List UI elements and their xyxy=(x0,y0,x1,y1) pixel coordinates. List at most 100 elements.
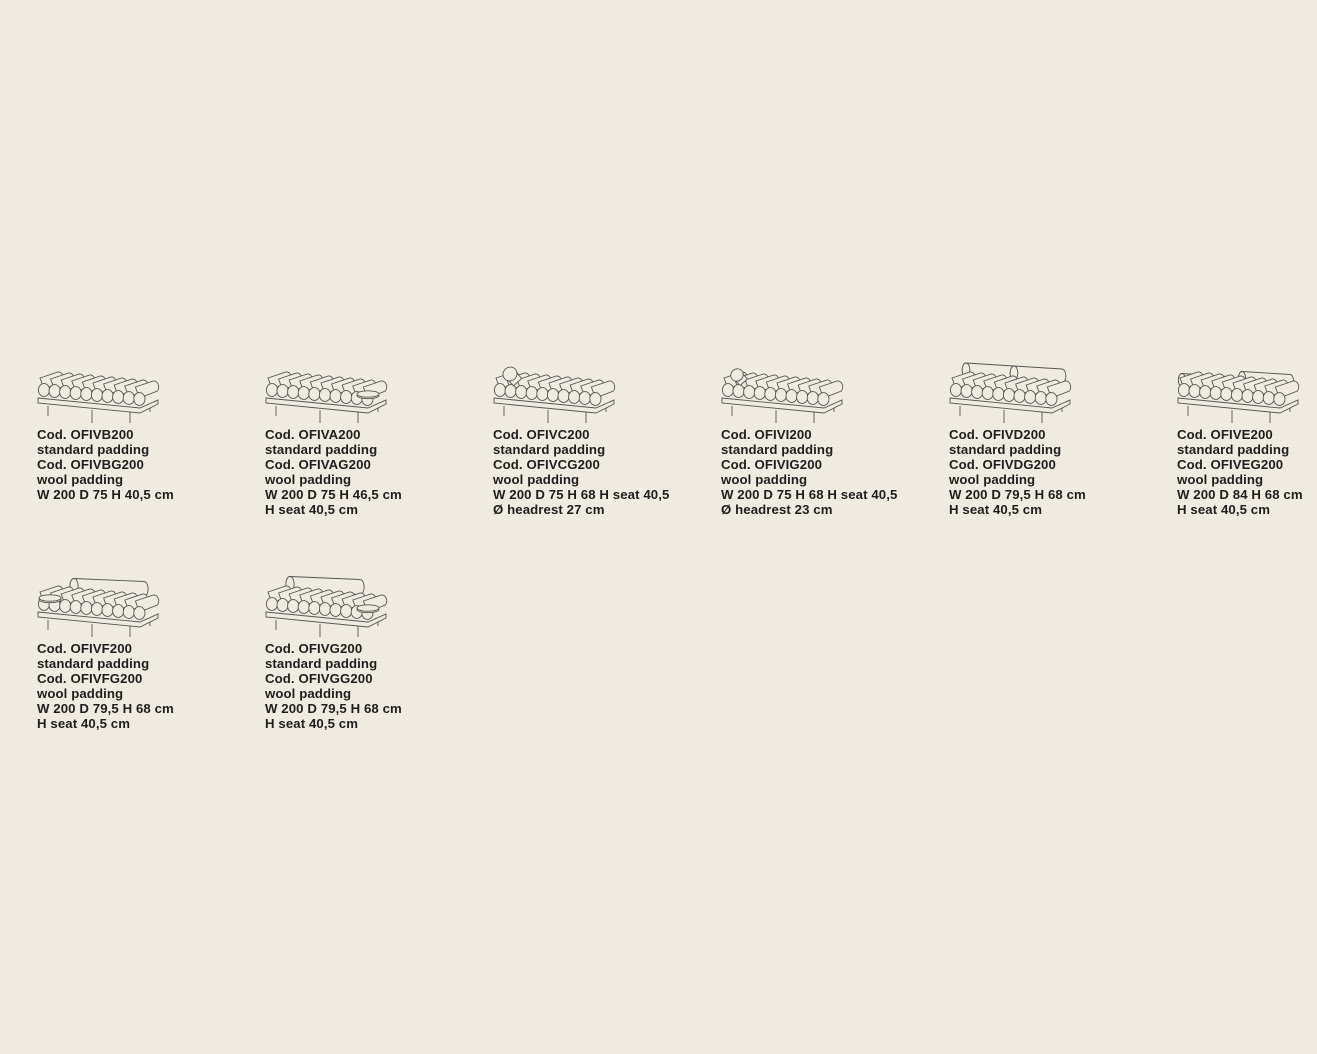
padding-standard-label: standard padding xyxy=(1177,442,1290,457)
mattress-roll-end xyxy=(818,393,829,406)
product-code-wool: Cod. OFIVIG200 xyxy=(721,457,823,472)
mattress-roll-end xyxy=(1263,392,1274,405)
dimensions-line: W 200 D 75 H 40,5 cm xyxy=(37,487,174,502)
product-description: Cod. OFIVG200 standard padding Cod. OFIV… xyxy=(265,641,465,731)
mattress-roll-end xyxy=(70,601,81,614)
product-code-wool: Cod. OFIVDG200 xyxy=(949,457,1056,472)
mattress-roll-end xyxy=(558,390,569,403)
mattress-roll-end xyxy=(754,387,765,400)
product-code-standard: Cod. OFIVB200 xyxy=(37,427,134,442)
mattress-roll-end xyxy=(1210,387,1221,400)
product-description: Cod. OFIVB200 standard padding Cod. OFIV… xyxy=(37,427,237,502)
mattress-roll-end xyxy=(319,603,330,616)
product-code-standard: Cod. OFIVC200 xyxy=(493,427,590,442)
daybed-with-small-headrest-icon xyxy=(720,360,844,428)
mattress-roll-end xyxy=(744,386,755,399)
dimensions-line: W 200 D 79,5 H 68 cm xyxy=(949,487,1086,502)
dimensions-line: W 200 D 79,5 H 68 cm xyxy=(265,701,402,716)
mattress-roll-end xyxy=(81,388,92,401)
mattress-roll-end xyxy=(1046,393,1057,406)
mattress-roll-end xyxy=(494,384,505,397)
mattress-roll-end xyxy=(309,388,320,401)
mattress-roll-end xyxy=(786,390,797,403)
seat-height-line: H seat 40,5 cm xyxy=(37,716,131,731)
padding-standard-label: standard padding xyxy=(721,442,834,457)
mattress-roll-end xyxy=(319,389,330,402)
product-code-wool: Cod. OFIVBG200 xyxy=(37,457,144,472)
product-description: Cod. OFIVF200 standard padding Cod. OFIV… xyxy=(37,641,237,731)
mattress-roll-end xyxy=(722,384,733,397)
mattress-roll-end xyxy=(60,600,71,613)
product-code-wool: Cod. OFIVGG200 xyxy=(265,671,373,686)
mattress-roll-end xyxy=(134,393,145,406)
daybed-backrest-left-tray-icon xyxy=(36,574,160,642)
padding-standard-label: standard padding xyxy=(265,442,378,457)
dimensions-line: W 200 D 79,5 H 68 cm xyxy=(37,701,174,716)
mattress-roll-end xyxy=(516,386,527,399)
mattress-roll-end xyxy=(993,388,1004,401)
mattress-roll-end xyxy=(49,385,60,398)
padding-standard-label: standard padding xyxy=(37,656,150,671)
product-description: Cod. OFIVE200 standard padding Cod. OFIV… xyxy=(1177,427,1317,517)
product-code-standard: Cod. OFIVI200 xyxy=(721,427,812,442)
mattress-roll-end xyxy=(797,391,808,404)
daybed-with-large-headrest-icon xyxy=(492,360,616,428)
product-code-standard: Cod. OFIVD200 xyxy=(949,427,1046,442)
padding-wool-label: wool padding xyxy=(1177,472,1264,487)
tray-top xyxy=(39,595,61,601)
product-item-ofivc200: Cod. OFIVC200 standard padding Cod. OFIV… xyxy=(493,360,693,517)
product-code-standard: Cod. OFIVG200 xyxy=(265,641,363,656)
mattress-roll-end xyxy=(1025,391,1036,404)
padding-standard-label: standard padding xyxy=(493,442,606,457)
mattress-roll-end xyxy=(537,388,548,401)
mattress-roll-end xyxy=(1221,388,1232,401)
mattress-roll-end xyxy=(807,392,818,405)
mattress-roll-end xyxy=(113,391,124,404)
padding-wool-label: wool padding xyxy=(721,472,808,487)
mattress-roll-end xyxy=(1003,389,1014,402)
product-item-ofiva200: Cod. OFIVA200 standard padding Cod. OFIV… xyxy=(265,360,465,517)
mattress-roll-end xyxy=(298,601,309,614)
mattress-roll-end xyxy=(1189,385,1200,398)
mattress-roll-end xyxy=(765,388,776,401)
mattress-roll-end xyxy=(102,604,113,617)
mattress-roll-end xyxy=(733,385,744,398)
mattress-roll-end xyxy=(123,606,134,619)
mattress-roll-end xyxy=(91,603,102,616)
mattress-roll-end xyxy=(1200,386,1211,399)
headrest-diameter-line: Ø headrest 27 cm xyxy=(493,502,605,517)
mattress-roll-end xyxy=(1253,391,1264,404)
mattress-roll-end xyxy=(547,389,558,402)
product-description: Cod. OFIVC200 standard padding Cod. OFIV… xyxy=(493,427,693,517)
mattress-roll-end xyxy=(60,386,71,399)
seat-height-line: H seat 40,5 cm xyxy=(265,716,359,731)
product-description: Cod. OFIVI200 standard padding Cod. OFIV… xyxy=(721,427,921,517)
mattress-roll-end xyxy=(288,600,299,613)
product-description: Cod. OFIVD200 standard padding Cod. OFIV… xyxy=(949,427,1149,517)
product-item-ofive200: Cod. OFIVE200 standard padding Cod. OFIV… xyxy=(1177,360,1317,517)
padding-wool-label: wool padding xyxy=(265,472,352,487)
product-code-standard: Cod. OFIVE200 xyxy=(1177,427,1273,442)
product-description: Cod. OFIVA200 standard padding Cod. OFIV… xyxy=(265,427,465,517)
padding-wool-label: wool padding xyxy=(265,686,352,701)
mattress-roll-end xyxy=(972,386,983,399)
product-item-ofivd200: Cod. OFIVD200 standard padding Cod. OFIV… xyxy=(949,360,1149,517)
mattress-roll-end xyxy=(1274,393,1285,406)
dimensions-line: W 200 D 75 H 46,5 cm xyxy=(265,487,402,502)
mattress-roll-end xyxy=(1014,390,1025,403)
product-code-standard: Cod. OFIVA200 xyxy=(265,427,361,442)
mattress-roll-end xyxy=(298,387,309,400)
mattress-roll-end xyxy=(330,604,341,617)
product-code-wool: Cod. OFIVEG200 xyxy=(1177,457,1284,472)
mattress-roll-end xyxy=(1178,384,1189,397)
dimensions-line: W 200 D 84 H 68 cm xyxy=(1177,487,1303,502)
daybed-with-long-backrest-icon xyxy=(948,360,1072,428)
dimensions-line: W 200 D 75 H 68 H seat 40,5 xyxy=(721,487,898,502)
daybed-no-headrest-icon xyxy=(36,360,160,428)
product-item-ofivi200: Cod. OFIVI200 standard padding Cod. OFIV… xyxy=(721,360,921,517)
padding-standard-label: standard padding xyxy=(949,442,1062,457)
padding-standard-label: standard padding xyxy=(265,656,378,671)
mattress-roll-end xyxy=(569,391,580,404)
mattress-roll-end xyxy=(341,391,352,404)
mattress-roll-end xyxy=(341,605,352,618)
